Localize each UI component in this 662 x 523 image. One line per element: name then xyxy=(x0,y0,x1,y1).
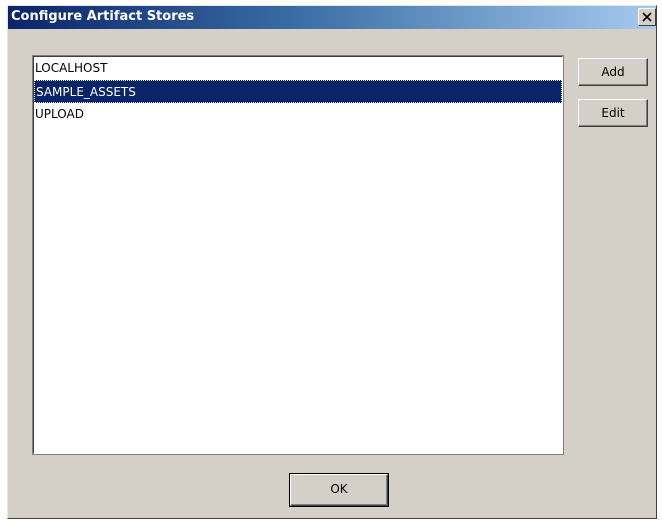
add-button[interactable]: Add xyxy=(578,58,648,86)
list-item-localhost[interactable]: LOCALHOST xyxy=(34,57,562,80)
list-item-sample-assets[interactable]: SAMPLE_ASSETS xyxy=(34,80,562,103)
title-bar[interactable]: Configure Artifact Stores xyxy=(8,6,656,29)
ok-button[interactable]: OK xyxy=(289,473,389,507)
dialog-title: Configure Artifact Stores xyxy=(11,9,195,24)
artifact-stores-list[interactable]: LOCALHOST SAMPLE_ASSETS UPLOAD xyxy=(32,55,564,455)
edit-button[interactable]: Edit xyxy=(578,99,648,127)
close-button[interactable] xyxy=(638,8,656,26)
list-item-upload[interactable]: UPLOAD xyxy=(34,103,562,126)
close-icon xyxy=(642,12,652,22)
configure-artifact-stores-dialog: Configure Artifact Stores LOCALHOST SAMP… xyxy=(7,5,657,519)
